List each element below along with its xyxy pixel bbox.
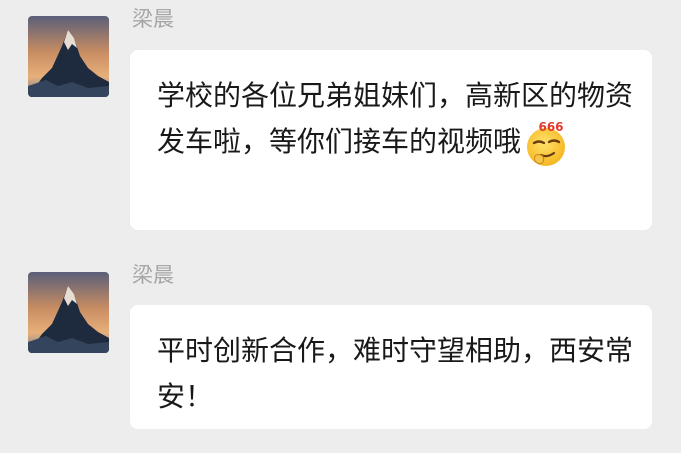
message-bubble[interactable]: 学校的各位兄弟姐妹们，高新区的物资发车啦，等你们接车的视频哦 666	[130, 50, 652, 230]
chat-view: 梁晨 学校的各位兄弟姐妹们，高新区的物资发车啦，等你们接车的视频哦 666 梁晨…	[0, 0, 681, 453]
avatar[interactable]	[28, 16, 109, 97]
mountain-avatar-image	[28, 16, 109, 97]
mountain-avatar-image	[28, 272, 109, 353]
avatar[interactable]	[28, 272, 109, 353]
message-bubble[interactable]: 平时创新合作，难时守望相助，西安常安！	[130, 305, 652, 429]
message-text: 学校的各位兄弟姐妹们，高新区的物资发车啦，等你们接车的视频哦 666	[157, 73, 637, 166]
message-text: 平时创新合作，难时守望相助，西安常安！	[157, 334, 634, 413]
emoji-666-label: 666	[538, 120, 563, 134]
emoji-666-smirk-icon: 666	[521, 119, 569, 166]
sender-name: 梁晨	[132, 7, 174, 31]
sender-name: 梁晨	[132, 263, 174, 287]
